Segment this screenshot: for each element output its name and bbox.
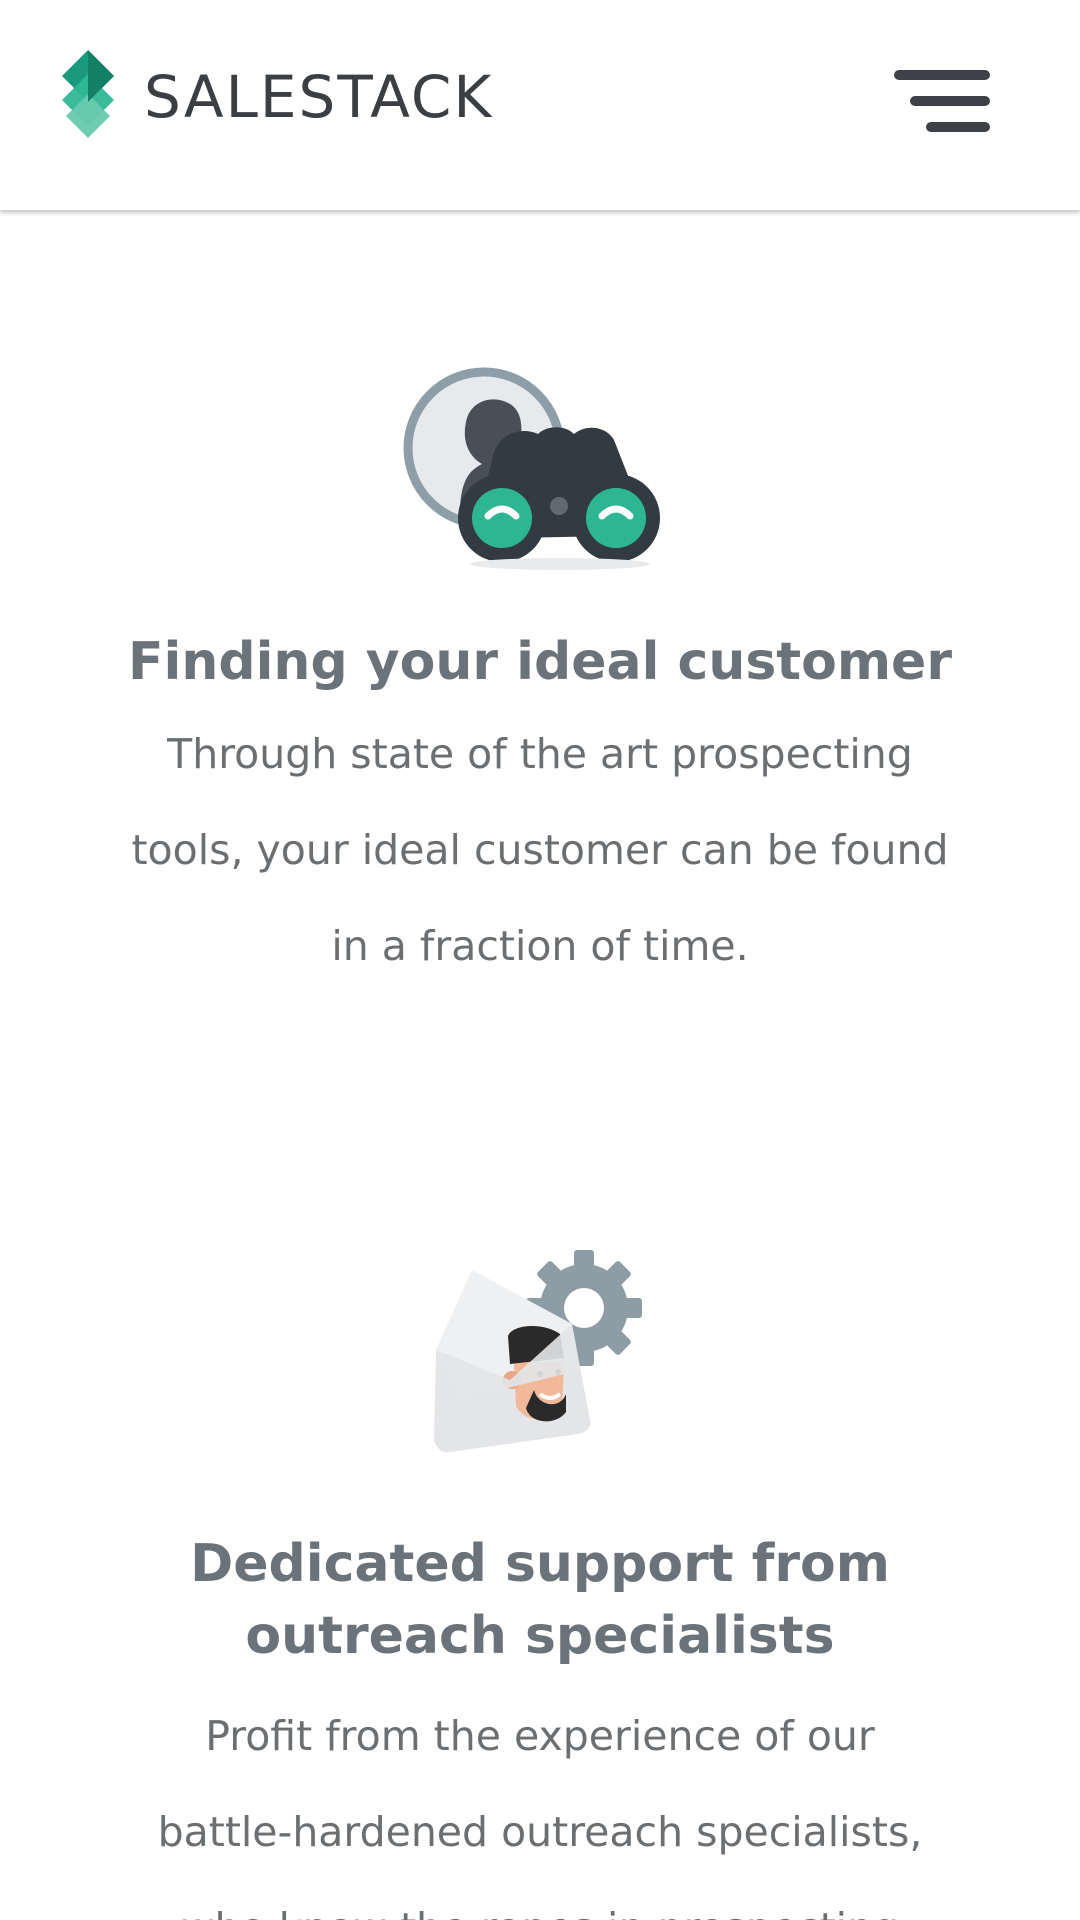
hamburger-menu-button[interactable]	[892, 68, 992, 134]
page: SALESTACK Finding your ideal customer Th…	[0, 0, 1080, 1920]
brand-logo[interactable]: SALESTACK	[58, 50, 493, 144]
feature-dedicated-support: Dedicated support from outreach speciali…	[0, 1250, 1080, 1920]
site-header: SALESTACK	[0, 0, 1080, 210]
envelope-support-icon	[434, 1250, 642, 1453]
feature-ideal-customer: Finding your ideal customer Through stat…	[0, 360, 1080, 994]
binoculars-icon	[403, 367, 660, 570]
feature-description: Profit from the experience of our battle…	[157, 1712, 923, 1920]
feature-title: Dedicated support from outreach speciali…	[190, 1534, 890, 1666]
salestack-logo-icon	[62, 50, 114, 138]
feature-description: Through state of the art prospecting too…	[131, 730, 949, 970]
hamburger-menu-icon	[894, 70, 990, 80]
brand-name: SALESTACK	[144, 63, 494, 131]
feature-title: Finding your ideal customer	[128, 632, 952, 692]
